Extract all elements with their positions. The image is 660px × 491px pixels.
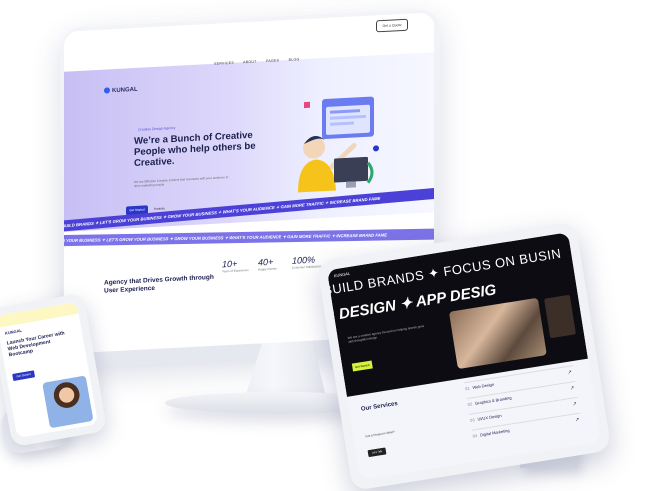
service-number: 02 (467, 401, 473, 407)
pink-square-graphic (304, 101, 310, 109)
arrow-icon: ↗ (567, 369, 573, 376)
phone-portrait-image (42, 375, 94, 429)
service-label: Digital Marketing (479, 427, 510, 438)
monitor-graphic (334, 156, 368, 183)
get-quote-button[interactable]: Get a Quote (376, 18, 408, 33)
logo-icon (104, 87, 110, 94)
services-title: Our Services (360, 400, 399, 413)
lets-talk-button[interactable]: Let's Talk (367, 447, 387, 458)
tablet-screen: KUNGAL E BUILD BRANDS ✦ FOCUS ON BUSIN V… (326, 232, 602, 480)
hero-illustration (298, 96, 379, 193)
stat-clients-label: Happy Clients (258, 266, 277, 272)
hero-headline: We’re a Bunch of Creative People who hel… (134, 129, 256, 170)
nav-link-pages[interactable]: PAGES (266, 58, 279, 63)
service-label: Graphics & Branding (474, 395, 512, 406)
tablet-hero-caption: We are a creative agency focused on help… (347, 323, 425, 344)
arrow-icon: ↗ (569, 385, 575, 392)
nav-link-about[interactable]: ABOUT (243, 60, 257, 65)
team-photo (448, 297, 547, 370)
service-number: 01 (464, 385, 470, 392)
stat-satisfaction-label: Customer Satisfaction (292, 264, 322, 270)
tablet-get-started-button[interactable]: Get Started (351, 360, 373, 372)
stat-satisfaction: 100% Customer Satisfaction (292, 254, 321, 270)
stat-years: 10+ Years of Experience (222, 258, 249, 274)
agency-heading: Agency that Drives Growth through User E… (104, 273, 214, 295)
phone-headline: Launch Your Career with Web Development … (6, 330, 66, 359)
arrow-icon: ↗ (572, 400, 578, 408)
phone-get-started-button[interactable]: Get Started (12, 370, 36, 382)
side-photo (544, 294, 576, 339)
tablet-logo[interactable]: KUNGAL (333, 271, 350, 279)
phone-logo[interactable]: KUNGAL (5, 328, 23, 336)
nav-link-blog[interactable]: BLOG (289, 57, 300, 62)
service-number: 03 (469, 417, 475, 423)
stat-clients: 40+ Happy Clients (258, 257, 277, 272)
stat-years-label: Years of Experience (222, 268, 249, 274)
service-number: 04 (472, 432, 478, 439)
arrow-icon: ↗ (574, 416, 580, 424)
person-shirt-graphic (298, 159, 336, 193)
service-label: UI/UX Design (477, 412, 502, 422)
ticker-band-bottom: WITH YOUR BUSINESS ✦ LET'S GROW YOUR BUS… (64, 228, 434, 247)
service-label: Web Design (472, 381, 495, 391)
services-subtitle: Got a Project in Mind? (365, 429, 396, 439)
